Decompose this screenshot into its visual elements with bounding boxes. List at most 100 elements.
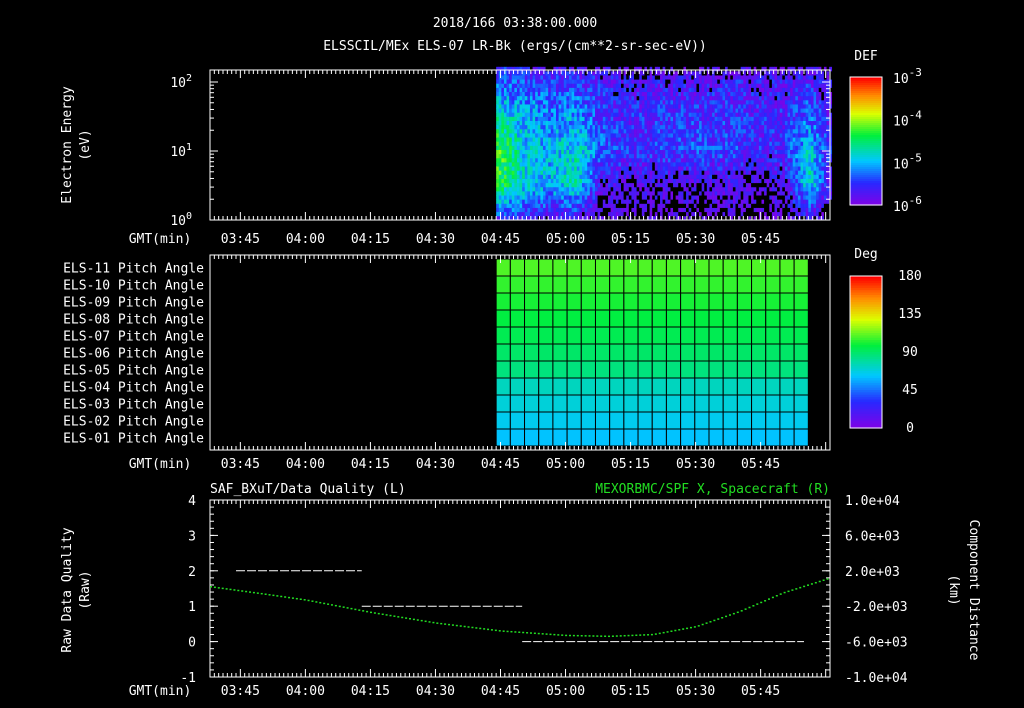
spectrogram-cell [652,141,656,146]
spectrogram-cell [584,87,588,93]
spectrogram-cell [509,157,513,163]
spectrogram-cell [771,157,775,163]
spectrogram-cell [782,79,786,84]
spectrogram-cell [745,116,749,121]
spectrogram-cell [756,166,760,171]
spectrogram-cell [582,145,585,150]
spectrogram-cell [592,95,596,101]
spectrogram-cell [673,87,676,93]
spectrogram-cell [688,87,692,93]
spectrogram-cell [641,174,645,179]
spectrogram-cell [795,166,799,171]
spectrogram-cell [821,186,825,192]
spectrogram-cell [777,116,781,121]
spectrogram-cell [670,87,674,93]
spectrogram-cell [574,133,578,138]
spectrogram-cell [519,149,523,155]
spectrogram-cell [740,199,744,204]
spectrogram-cell [693,79,697,84]
spectrogram-cell [701,133,705,138]
spectrogram-cell [636,195,640,200]
spectrogram-cell [756,178,760,184]
spectrogram-cell [675,99,679,105]
spectrogram-cell [826,133,830,138]
spectrogram-cell [777,128,781,134]
spectrogram-cell [800,141,804,146]
spectrogram-cell [615,166,619,171]
spectrogram-cell [730,186,734,192]
spectrogram-cell [675,83,679,88]
spectrogram-cell [693,124,697,130]
spectrogram-cell [641,211,645,217]
spectrogram-cell [800,170,804,175]
spectrogram-cell [719,95,723,101]
spectrogram-cell [743,149,747,155]
spectrogram-cell [699,182,702,188]
spectrogram-cell [537,79,541,84]
spectrogram-cell [691,199,695,204]
spectrogram-cell [649,99,653,105]
spectrogram-cell [660,83,663,88]
spectrogram-cell [571,170,575,175]
spectrogram-cell [823,141,827,146]
spectrogram-cell [582,186,585,192]
spectrogram-cell [805,124,809,130]
spectrogram-cell [613,137,617,142]
spectrogram-cell [704,166,708,171]
spectrogram-cell [628,95,632,101]
spectrogram-cell [631,70,635,76]
spectrogram-cell [589,174,593,179]
spectrogram-cell [524,141,528,146]
spectrogram-cell [608,149,611,155]
spectrogram-cell [732,166,736,171]
spectrogram-cell [725,203,728,208]
spectrogram-cell [509,149,513,155]
spectrogram-cell [743,145,747,150]
spectrogram-cell [787,99,791,105]
spectrogram-cell [790,203,794,208]
spectrogram-cell [660,133,663,138]
spectrogram-cell [743,157,747,163]
spectrogram-cell [652,157,656,163]
spectrogram-cell [618,149,622,155]
spectrogram-cell [522,104,526,109]
spectrogram-cell [613,170,617,175]
spectrogram-cell [600,178,604,184]
spectrogram-cell [634,145,637,150]
spectrogram-cell [680,149,684,155]
spectrogram-cell [639,153,643,159]
spectrogram-cell [688,99,692,105]
spectrogram-cell [758,145,762,150]
spectrogram-cell [535,207,539,213]
spectrogram-cell [738,79,741,84]
spectrogram-cell [712,207,715,213]
spectrogram-cell [712,186,715,192]
spectrogram-cell [805,178,809,184]
spectrogram-cell [678,145,682,150]
spectrogram-cell [826,199,830,204]
spectrogram-cell [805,162,809,167]
spectrogram-cell [644,178,648,184]
spectrogram-cell [805,195,809,200]
spectrogram-cell [758,91,762,97]
spectrogram-cell [701,199,705,204]
spectrogram-cell [766,207,770,213]
spectrogram-cell [532,149,536,155]
spectrogram-cell [535,145,539,150]
spectrogram-cell [501,91,505,97]
spectrogram-cell [623,99,627,105]
spectrogram-cell [670,124,674,130]
spectrogram-cell [654,128,658,134]
spectrogram-cell [621,141,624,146]
spectrogram-cell [608,211,611,217]
spectrogram-cell [618,141,622,146]
spectrogram-cell [509,174,513,179]
spectrogram-cell [634,91,637,97]
spectrogram-cell [605,174,609,179]
spectrogram-cell [764,120,767,126]
spectrogram-cell [816,141,820,146]
spectrogram-cell [821,199,825,204]
spectrogram-cell [626,191,630,196]
spectrogram-cell [795,112,799,117]
spectrogram-cell [613,116,617,121]
